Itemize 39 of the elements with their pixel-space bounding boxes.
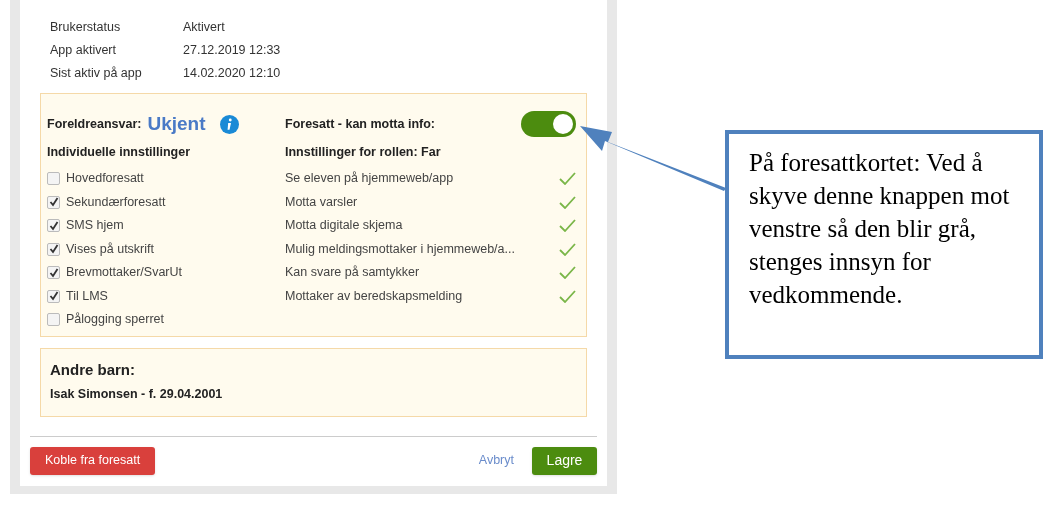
info-value: Aktivert <box>183 18 225 36</box>
setting-checkbox[interactable]: SMS hjem <box>47 214 285 238</box>
checkbox[interactable] <box>47 289 60 303</box>
info-value: 14.02.2020 12:10 <box>183 64 281 82</box>
callout-box: På foresattkortet: Ved å skyve denne knappen mot venstre så den blir grå, stenges innsyn for vedkommende. <box>725 130 1043 359</box>
responsibility-value: Ukjent <box>147 111 206 136</box>
checkbox[interactable] <box>47 219 60 233</box>
role-setting-label: Mulig meldingsmottaker i hjemmeweb/a... <box>285 240 515 258</box>
checkbox[interactable] <box>47 195 60 209</box>
other-children-heading: Andre barn: <box>50 359 136 380</box>
checkbox[interactable] <box>47 266 60 280</box>
cancel-link[interactable]: Avbryt <box>478 451 514 471</box>
info-label: Brukerstatus <box>50 18 122 36</box>
checkbox[interactable] <box>47 313 60 327</box>
disconnect-button[interactable]: Koble fra foresatt <box>30 446 156 475</box>
setting-checkbox[interactable]: Hovedforesatt <box>47 167 285 191</box>
role-setting-label: Motta digitale skjema <box>285 217 403 235</box>
checkbox[interactable] <box>47 242 60 256</box>
receive-info-toggle[interactable] <box>521 111 576 137</box>
setting-checkbox[interactable]: Sekundærforesatt <box>47 190 285 214</box>
info-label: App aktivert <box>50 41 117 59</box>
role-setting-label: Se eleven på hjemmeweb/app <box>285 170 454 188</box>
setting-checkbox[interactable]: Pålogging sperret <box>47 308 285 332</box>
section-heading: Individuelle innstillinger <box>47 144 192 161</box>
responsibility-label: Foreldreansvar: <box>47 115 142 133</box>
section-heading: Innstillinger for rollen: Far <box>285 144 442 161</box>
checkbox[interactable] <box>47 172 60 186</box>
info-value: 27.12.2019 12:33 <box>183 41 281 59</box>
child-entry: Isak Simonsen - f. 29.04.2001 <box>50 386 224 403</box>
info-icon[interactable] <box>219 114 239 134</box>
role-setting-label: Motta varsler <box>285 193 358 211</box>
setting-checkbox[interactable]: Vises på utskrift <box>47 237 285 261</box>
setting-checkbox[interactable]: Brevmottaker/SvarUt <box>47 261 285 285</box>
role-setting-label: Kan svare på samtykker <box>285 264 420 282</box>
receive-info-label: Foresatt - kan motta info: <box>285 115 435 133</box>
info-label: Sist aktiv på app <box>50 64 143 82</box>
role-setting-label: Mottaker av beredskapsmelding <box>285 287 463 305</box>
setting-checkbox[interactable]: Til LMS <box>47 284 285 308</box>
save-button[interactable]: Lagre <box>532 446 597 475</box>
